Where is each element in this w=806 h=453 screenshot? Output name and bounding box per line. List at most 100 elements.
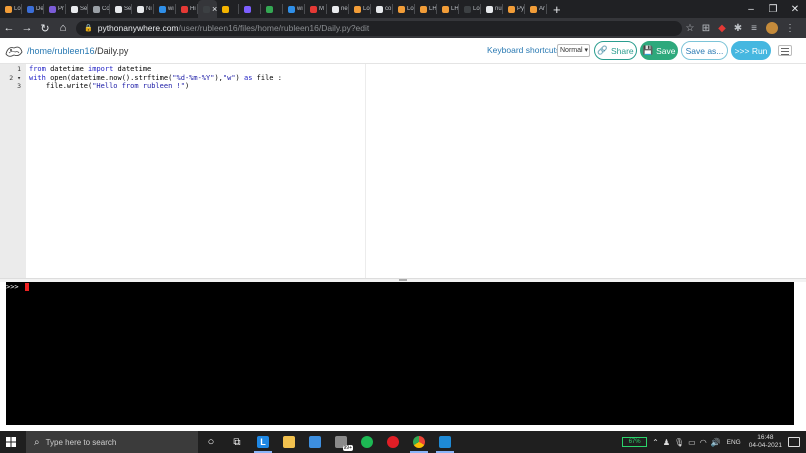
extension-icon[interactable]: ⊞: [698, 23, 714, 34]
battery-indicator[interactable]: 67%: [622, 437, 648, 447]
browser-tab[interactable]: Lo: [393, 0, 415, 18]
home-icon[interactable]: ⌂: [54, 22, 72, 34]
save-button[interactable]: 💾 Save: [640, 41, 678, 60]
browser-tab[interactable]: [239, 0, 261, 18]
browser-tab[interactable]: ne: [327, 0, 349, 18]
browser-tab[interactable]: co: [371, 0, 393, 18]
save-as-button[interactable]: Save as...: [681, 41, 728, 60]
save-as-label: Save as...: [685, 45, 724, 56]
run-label: >>> Run: [734, 45, 768, 56]
browser-tab[interactable]: Pr: [44, 0, 66, 18]
breadcrumb-user-link[interactable]: rubleen16: [55, 46, 95, 56]
mail-icon[interactable]: 99+: [328, 431, 354, 453]
tab-favicon-icon: [508, 5, 515, 13]
tab-favicon-icon: [93, 5, 100, 13]
code-line-1: from datetime import datetime: [29, 65, 152, 73]
browser-tab[interactable]: Lo: [0, 0, 22, 18]
tab-label: Py: [517, 6, 525, 12]
search-placeholder: Type here to search: [45, 437, 117, 447]
browser-tab[interactable]: [217, 0, 239, 18]
taskbar-app-l-icon[interactable]: L: [250, 431, 276, 453]
breadcrumb-home-link[interactable]: /home/: [27, 46, 55, 56]
bookmark-star-icon[interactable]: ☆: [682, 23, 698, 34]
line-number-fold[interactable]: 2 ▾: [0, 74, 26, 83]
code-lines[interactable]: from datetime import datetime with open(…: [29, 65, 282, 91]
browser-tab[interactable]: Ni: [132, 0, 154, 18]
battery-icon[interactable]: ▭: [688, 438, 696, 447]
extension-red-icon[interactable]: ◆: [714, 23, 730, 34]
close-window-button[interactable]: ✕: [784, 4, 806, 15]
url-path: /user/rubleen16/files/home/rubleen16/Dai…: [178, 23, 370, 33]
minimize-button[interactable]: –: [740, 4, 762, 15]
language-indicator[interactable]: ENG: [727, 439, 741, 446]
back-icon[interactable]: ←: [0, 22, 18, 34]
spotify-icon[interactable]: [354, 431, 380, 453]
cortana-icon[interactable]: ○: [198, 431, 224, 453]
store-icon[interactable]: [302, 431, 328, 453]
person-icon[interactable]: ♟: [663, 438, 670, 447]
puzzle-icon[interactable]: ✱: [730, 23, 746, 34]
keyboard-shortcuts-link[interactable]: Keyboard shortcuts:: [487, 45, 563, 55]
vscode-icon[interactable]: [432, 431, 458, 453]
clock[interactable]: 16:48 04-04-2021: [749, 434, 782, 450]
code-editor[interactable]: 1 2 ▾ 3 from datetime import datetime wi…: [0, 64, 806, 278]
tab-favicon-icon: [266, 5, 273, 13]
browser-tab[interactable]: Lo: [459, 0, 481, 18]
console-cursor: [25, 283, 29, 291]
address-bar[interactable]: 🔒 pythonanywhere.com /user/rubleen16/fil…: [76, 20, 682, 36]
browser-tab[interactable]: Py: [503, 0, 525, 18]
browser-tab[interactable]: LH: [437, 0, 459, 18]
task-view-icon[interactable]: ⧉: [224, 431, 250, 453]
forward-icon[interactable]: →: [18, 22, 36, 34]
window-controls: – ❐ ✕: [740, 0, 806, 18]
browser-tab[interactable]: LH: [415, 0, 437, 18]
keyboard-mode-select[interactable]: Normal ▾: [557, 44, 590, 57]
reload-icon[interactable]: ↻: [36, 22, 54, 35]
browser-tab[interactable]: [261, 0, 283, 18]
url-host: pythonanywhere.com: [97, 23, 179, 33]
pythonanywhere-logo-icon[interactable]: [3, 42, 25, 60]
share-button[interactable]: 🔗 Share: [594, 41, 637, 60]
taskbar-search[interactable]: ⌕ Type here to search: [26, 431, 198, 453]
wifi-icon[interactable]: ◠: [700, 438, 707, 447]
chevron-up-icon[interactable]: ⌃: [652, 438, 659, 447]
microphone-icon[interactable]: 🎙: [674, 438, 684, 447]
clock-date: 04-04-2021: [748, 442, 782, 449]
browser-tab[interactable]: M: [305, 0, 327, 18]
windows-start-icon[interactable]: [0, 431, 22, 453]
opera-icon[interactable]: [380, 431, 406, 453]
share-icon: 🔗: [597, 45, 608, 55]
browser-tab[interactable]: Se: [110, 0, 132, 18]
browser-tab[interactable]: Ar: [525, 0, 547, 18]
browser-tab[interactable]: Hi: [176, 0, 198, 18]
tab-label: Lo: [407, 6, 414, 12]
volume-icon[interactable]: 🔊: [711, 438, 721, 447]
tab-label: co: [385, 6, 392, 12]
clock-time: 16:48: [757, 434, 774, 441]
avatar[interactable]: [766, 22, 778, 34]
run-button[interactable]: >>> Run: [731, 41, 771, 60]
restore-button[interactable]: ❐: [762, 4, 784, 15]
browser-tab[interactable]: De: [22, 0, 44, 18]
browser-tab[interactable]: Se: [66, 0, 88, 18]
browser-tab[interactable]: ×: [198, 0, 217, 18]
browser-tab[interactable]: wi: [154, 0, 176, 18]
notification-icon[interactable]: [788, 437, 800, 447]
browser-tab[interactable]: Lo: [349, 0, 371, 18]
menu-dots-icon[interactable]: ⋮: [782, 23, 798, 34]
browser-tab[interactable]: Co: [88, 0, 110, 18]
playlist-icon[interactable]: ≡: [746, 23, 762, 34]
tab-label: M: [319, 6, 324, 12]
tab-favicon-icon: [181, 5, 188, 13]
hamburger-menu-icon[interactable]: [778, 45, 792, 56]
tab-label: LH: [429, 6, 437, 12]
splitter-grip-icon[interactable]: [399, 279, 407, 281]
browser-tab[interactable]: wi: [283, 0, 305, 18]
chrome-icon[interactable]: [406, 431, 432, 453]
new-tab-button[interactable]: +: [553, 2, 561, 17]
python-console[interactable]: >>>: [6, 282, 794, 425]
browser-tab[interactable]: nu: [481, 0, 503, 18]
file-explorer-icon[interactable]: [276, 431, 302, 453]
tab-label: Ni: [146, 6, 152, 12]
keyboard-mode-value: Normal: [560, 47, 583, 54]
